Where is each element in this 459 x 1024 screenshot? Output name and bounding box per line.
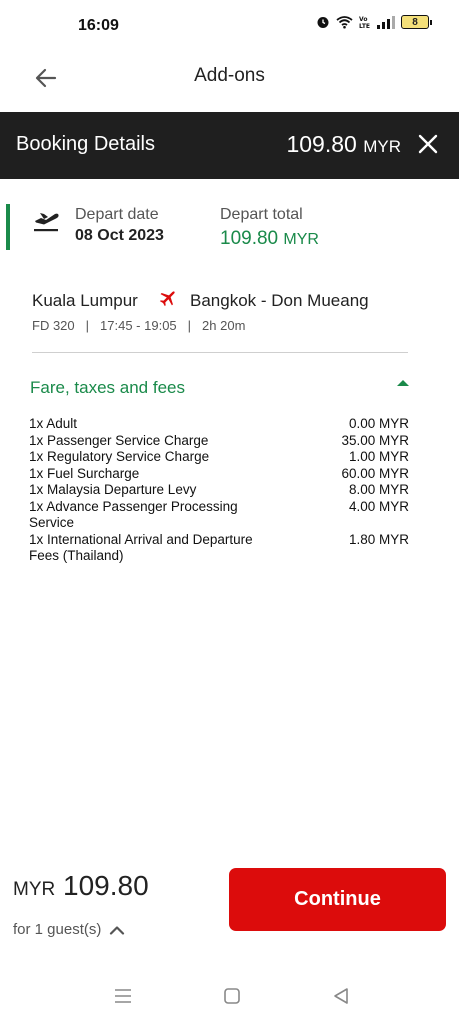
- fare-row: 1x Regulatory Service Charge 1.00 MYR: [29, 449, 409, 466]
- battery-indicator: 8: [401, 15, 432, 29]
- fare-item-amount: 60.00 MYR: [341, 465, 409, 481]
- divider: [32, 352, 408, 353]
- depart-date-value: 08 Oct 2023: [75, 227, 164, 244]
- booking-total-amount: 109.80: [286, 131, 357, 157]
- fare-item-amount: 1.00 MYR: [348, 449, 409, 464]
- guest-info-toggle[interactable]: for 1 guest(s): [13, 921, 125, 938]
- fare-section-toggle[interactable]: Fare, taxes and fees: [30, 378, 410, 402]
- home-square-icon: [224, 988, 240, 1004]
- fare-row: 1x Adult 0.00 MYR: [29, 416, 409, 433]
- guest-count-label: for 1 guest(s): [13, 921, 102, 938]
- app-header: Add-ons: [0, 52, 459, 112]
- footer-total-currency: MYR: [13, 879, 56, 900]
- footer-total-amount: 109.80: [63, 870, 149, 901]
- separator: |: [85, 318, 90, 333]
- nav-home-button[interactable]: [219, 985, 245, 1007]
- fare-item-name: 1x Passenger Service Charge: [29, 432, 209, 448]
- back-triangle-icon: [334, 988, 348, 1004]
- separator: |: [187, 318, 192, 333]
- page-title: Add-ons: [194, 65, 265, 86]
- svg-text:Vo: Vo: [359, 16, 367, 23]
- fare-item-amount: 35.00 MYR: [341, 432, 409, 448]
- booking-total-currency: MYR: [363, 137, 401, 156]
- close-button[interactable]: [413, 129, 443, 159]
- fare-row: 1x Fuel Surcharge 60.00 MYR: [29, 466, 409, 483]
- route-destination: Bangkok - Don Mueang: [190, 291, 369, 310]
- volte-icon: Vo LTE: [359, 16, 370, 29]
- route-origin: Kuala Lumpur: [32, 291, 138, 310]
- depart-total-amount: 109.80: [220, 228, 279, 249]
- close-icon: [418, 134, 438, 154]
- status-time: 16:09: [78, 17, 119, 34]
- footer-total: MYR 109.80: [13, 870, 149, 902]
- fare-item-name: 1x Fuel Surcharge: [29, 465, 140, 481]
- fare-item-name: 1x Advance Passenger Processing Service: [29, 498, 238, 531]
- plane-departure-icon: [34, 213, 59, 232]
- continue-button[interactable]: Continue: [229, 868, 446, 931]
- fare-item-amount: 1.80 MYR: [348, 531, 409, 547]
- depart-accent-bar: [6, 204, 10, 250]
- depart-total-value: 109.80 MYR: [220, 228, 319, 250]
- fare-list: 1x Adult 0.00 MYR 1x Passenger Service C…: [29, 416, 409, 565]
- nav-menu-button[interactable]: [110, 985, 136, 1007]
- fare-row: 1x Malaysia Departure Levy 8.00 MYR: [29, 482, 409, 499]
- fare-item-name: 1x Malaysia Departure Levy: [29, 482, 197, 497]
- booking-details-bar: Booking Details 109.80 MYR: [0, 112, 459, 179]
- depart-total-label: Depart total: [220, 206, 303, 223]
- booking-details-title: Booking Details: [16, 133, 155, 155]
- menu-icon: [115, 989, 131, 1003]
- wifi-icon: [336, 16, 353, 29]
- fare-item-amount: 4.00 MYR: [348, 498, 409, 514]
- flight-times: 17:45 - 19:05: [100, 318, 177, 333]
- fare-item-name: 1x Adult: [29, 416, 78, 431]
- fare-section-title: Fare, taxes and fees: [30, 378, 185, 397]
- svg-text:LTE: LTE: [359, 23, 370, 29]
- fare-item-amount: 0.00 MYR: [348, 416, 409, 431]
- fare-item-name: 1x Regulatory Service Charge: [29, 449, 210, 464]
- fare-item-name: 1x International Arrival and Departure F…: [29, 531, 253, 564]
- chevron-up-icon: [110, 925, 125, 935]
- flight-meta: FD 320 | 17:45 - 19:05 | 2h 20m: [32, 318, 245, 333]
- status-icons: Vo LTE 8: [316, 15, 432, 29]
- system-nav-bar: [0, 975, 459, 1015]
- status-bar: 16:09 Vo LTE 8: [0, 0, 459, 52]
- nav-back-button[interactable]: [328, 985, 354, 1007]
- fare-item-amount: 8.00 MYR: [348, 482, 409, 497]
- booking-total: 109.80 MYR: [286, 131, 401, 158]
- fare-row: 1x Advance Passenger Processing Service …: [29, 499, 409, 532]
- fare-row: 1x International Arrival and Departure F…: [29, 532, 409, 565]
- signal-icon: [377, 16, 395, 29]
- airplane-icon: [159, 291, 175, 307]
- alarm-icon: [317, 17, 329, 28]
- flight-duration: 2h 20m: [202, 318, 246, 333]
- flight-number: FD 320: [32, 318, 75, 333]
- depart-date-label: Depart date: [75, 206, 159, 223]
- depart-total-currency: MYR: [283, 231, 319, 248]
- fare-row: 1x Passenger Service Charge 35.00 MYR: [29, 433, 409, 450]
- caret-up-icon: [397, 380, 409, 386]
